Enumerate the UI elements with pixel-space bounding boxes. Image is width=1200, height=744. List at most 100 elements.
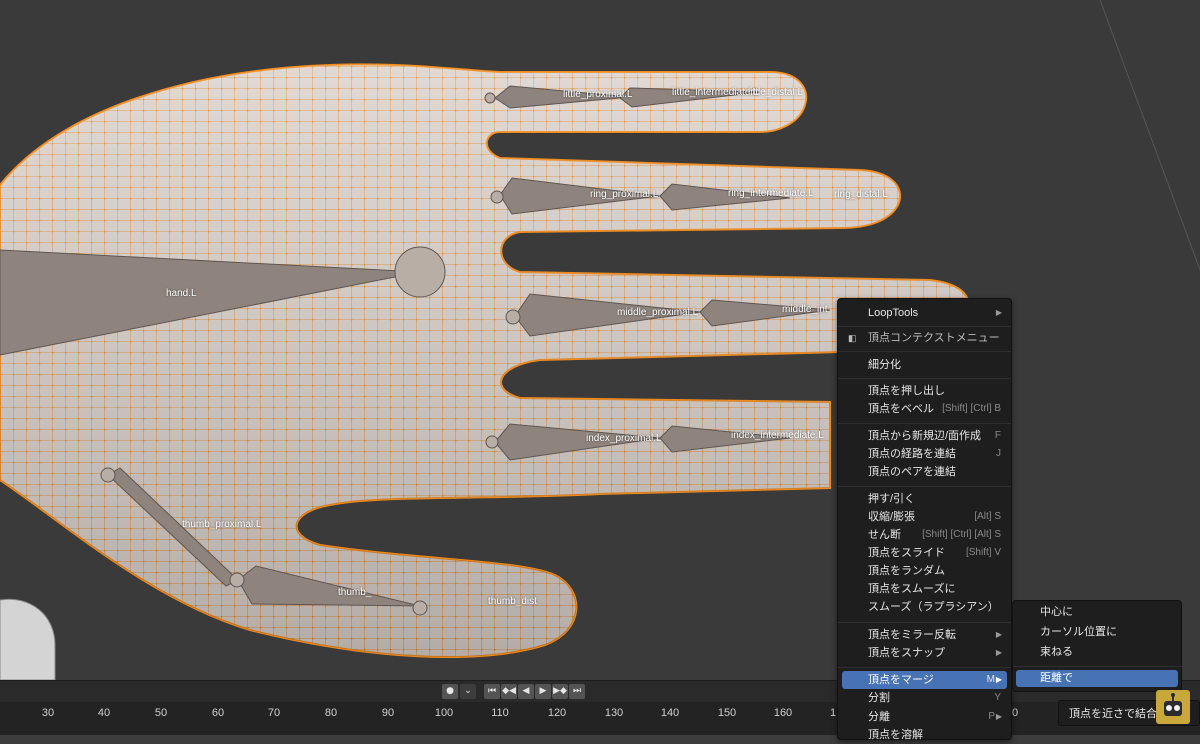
menu-item-label: 頂点をマージ <box>868 674 934 686</box>
menu-item-subdivide[interactable]: 細分化 <box>842 356 1007 374</box>
ruler-tick: 60 <box>211 707 225 719</box>
submenu-arrow-icon: ▶ <box>995 630 1002 639</box>
play-reverse-button[interactable]: ◀ <box>518 684 534 699</box>
menu-item-label: 収縮/膨張 <box>868 511 916 523</box>
menu-item-label: 頂点をベベル <box>868 403 934 415</box>
submenu-arrow-icon: ▶ <box>995 648 1002 657</box>
menu-item-split[interactable]: 分割 Y <box>842 689 1007 707</box>
menu-separator <box>838 351 1011 352</box>
submenu-item-at-cursor[interactable]: カーソル位置に <box>1016 624 1178 641</box>
menu-title-label: 頂点コンテクストメニュー <box>868 332 1000 344</box>
menu-item-bevel[interactable]: 頂点をベベル [Shift] [Ctrl] B <box>842 400 1007 418</box>
menu-item-label: 頂点を溶解 <box>868 729 923 741</box>
ruler-tick: 110 <box>491 707 509 719</box>
menu-item-label: 細分化 <box>868 359 901 371</box>
ruler-tick: 130 <box>604 707 624 719</box>
bone-label-ring-intermediate: ring_intermediate.L <box>728 188 814 199</box>
bone-label-hand: hand.L <box>166 288 197 299</box>
ruler-tick: 80 <box>324 707 338 719</box>
jump-end-button[interactable]: ⏭ <box>569 684 585 699</box>
bone-label-thumb-proximal: thumb_proximal.L <box>182 519 262 530</box>
menu-item-merge[interactable]: 頂点をマージ M ▶ <box>842 671 1007 689</box>
ruler-tick: 40 <box>97 707 111 719</box>
menu-item-connect-path[interactable]: 頂点の経路を連結 J <box>842 445 1007 463</box>
menu-item-dissolve[interactable]: 頂点を溶解 <box>842 726 1007 744</box>
shortcut-label: [Shift] [Ctrl] B <box>942 403 1001 414</box>
menu-item-new-edge-face[interactable]: 頂点から新規辺/面作成 F <box>842 427 1007 445</box>
menu-item-connect-pairs[interactable]: 頂点のペアを連結 <box>842 463 1007 481</box>
menu-item-extrude[interactable]: 頂点を押し出し <box>842 382 1007 400</box>
ruler-tick: 0 <box>1011 707 1019 719</box>
bone-label-index-intermediate: index_intermediate.L <box>731 430 824 441</box>
bone-label-little-distal: little_distal.L <box>748 87 804 98</box>
menu-title: ◧ 頂点コンテクストメニュー <box>842 329 1007 347</box>
record-dropdown[interactable]: ⌄ <box>460 684 476 699</box>
shortcut-label: P <box>988 708 995 726</box>
bone-label-thumb-intermediate: thumb_ <box>338 587 372 598</box>
timeline-ruler[interactable]: 30 40 50 60 70 80 90 100 110 120 130 140… <box>0 702 1200 735</box>
jump-start-button[interactable]: ⏮ <box>484 684 500 699</box>
submenu-arrow-icon: ▶ <box>995 308 1002 317</box>
submenu-item-collapse[interactable]: 束ねる <box>1016 644 1178 661</box>
submenu-arrow-icon: ▶ <box>995 675 1002 684</box>
shortcut-label: F <box>994 430 1001 441</box>
menu-item-label: 頂点の経路を連結 <box>868 448 956 460</box>
menu-item-snap[interactable]: 頂点をスナップ ▶ <box>842 644 1007 662</box>
menu-separator <box>1013 666 1181 667</box>
vertex-context-menu: LoopTools ▶ ◧ 頂点コンテクストメニュー 細分化 頂点を押し出し 頂点を… <box>837 298 1012 741</box>
menu-separator <box>838 667 1011 668</box>
robot-icon <box>1164 693 1182 716</box>
menu-item-separate[interactable]: 分離 P ▶ <box>842 708 1007 726</box>
submenu-item-at-center[interactable]: 中心に <box>1016 604 1178 621</box>
menu-item-mirror[interactable]: 頂点をミラー反転 ▶ <box>842 626 1007 644</box>
menu-item-randomize[interactable]: 頂点をランダム <box>842 562 1007 580</box>
ruler-tick: 120 <box>547 707 567 719</box>
ruler-tick: 70 <box>267 707 281 719</box>
shortcut-label: Y <box>994 692 1001 703</box>
menu-item-smooth[interactable]: 頂点をスムーズに <box>842 580 1007 598</box>
menu-item-smooth-laplacian[interactable]: スムーズ（ラプラシアン） <box>842 598 1007 616</box>
menu-item-label: 頂点から新規辺/面作成 <box>868 430 982 442</box>
menu-separator <box>838 378 1011 379</box>
bone-label-little-proximal: little_proximal.L <box>563 89 633 100</box>
prev-keyframe-button[interactable]: ◆◀ <box>501 684 517 699</box>
menu-separator <box>838 622 1011 623</box>
other-object <box>0 598 56 680</box>
next-keyframe-button[interactable]: ▶◆ <box>552 684 568 699</box>
hand-mesh <box>0 63 970 658</box>
shortcut-label: J <box>996 448 1001 459</box>
avatar <box>1156 690 1190 724</box>
menu-item-label: 頂点をスライド <box>868 547 945 559</box>
menu-item-label: 頂点をランダム <box>868 565 945 577</box>
menu-item-looptools[interactable]: LoopTools ▶ <box>842 304 1007 322</box>
bone-label-little-intermediate: little_intermediate.L <box>672 87 759 98</box>
ruler-tick: 1 <box>829 707 837 719</box>
menu-item-label: 頂点をスナップ <box>868 647 945 659</box>
menu-item-label: 頂点をミラー反転 <box>868 629 956 641</box>
play-button[interactable]: ▶ <box>535 684 551 699</box>
merge-submenu: 中心に カーソル位置に 束ねる 距離で <box>1012 600 1182 692</box>
ruler-tick: 90 <box>381 707 395 719</box>
menu-item-shear[interactable]: せん断 [Shift] [Ctrl] [Alt] S <box>842 526 1007 544</box>
3d-viewport[interactable]: little_proximal.L little_intermediate.L … <box>0 0 1200 680</box>
bone-label-middle-intermediate: middle_int <box>782 304 828 315</box>
ruler-tick: 160 <box>773 707 793 719</box>
menu-separator <box>838 326 1011 327</box>
bone-label-ring-proximal: ring_proximal.L <box>590 189 659 200</box>
menu-item-label: 頂点を押し出し <box>868 385 945 397</box>
ruler-tick: 30 <box>41 707 55 719</box>
submenu-item-by-distance[interactable]: 距離で <box>1016 670 1178 687</box>
menu-item-shrink-fatten[interactable]: 収縮/膨張 [Alt] S <box>842 508 1007 526</box>
record-button[interactable]: ● <box>442 684 458 699</box>
shortcut-label: [Shift] V <box>965 547 1001 558</box>
menu-item-label: 分割 <box>868 692 890 704</box>
menu-item-label: LoopTools <box>868 307 919 319</box>
hand-mesh-view <box>0 0 1200 680</box>
menu-item-push-pull[interactable]: 押す/引く <box>842 490 1007 508</box>
menu-item-label: 分離 <box>868 711 890 723</box>
bone-label-thumb-distal: thumb_dist <box>488 596 537 607</box>
menu-item-label: スムーズ（ラプラシアン） <box>868 601 999 613</box>
menu-item-slide[interactable]: 頂点をスライド [Shift] V <box>842 544 1007 562</box>
ruler-tick: 100 <box>434 707 454 719</box>
bone-label-middle-proximal: middle_proximal.L <box>617 307 699 318</box>
